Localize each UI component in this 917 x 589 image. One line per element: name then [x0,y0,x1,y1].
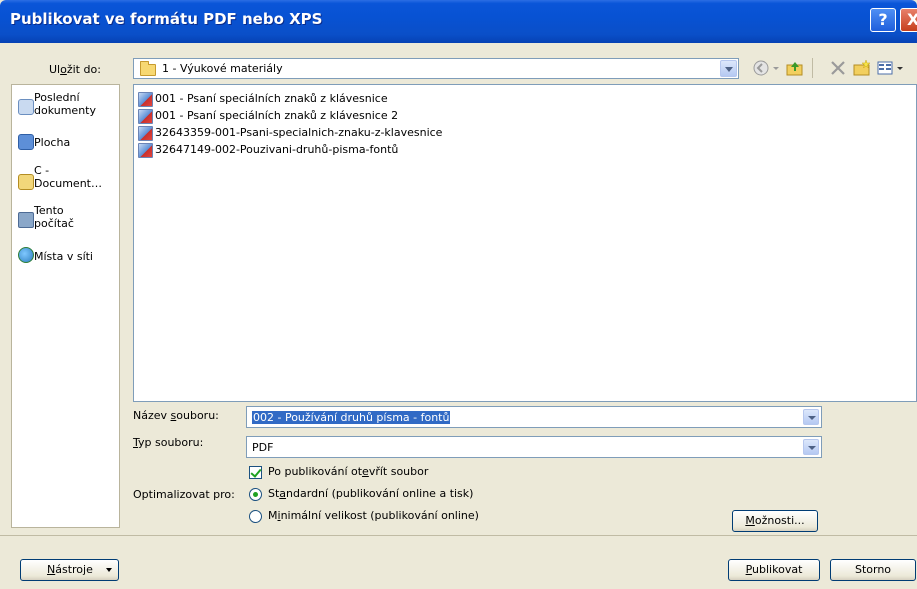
save-in-label: Uložit do: [49,63,101,76]
file-name: 001 - Psaní speciálních znaků z klávesni… [155,109,399,122]
optimize-standard-label[interactable]: Standardní (publikování online a tisk) [268,487,473,500]
filetype-value: PDF [252,441,274,454]
pdf-file-icon [138,143,153,158]
optimize-minimum-label[interactable]: Minimální velikost (publikování online) [268,509,479,522]
optimize-label: Optimalizovat pro: [133,488,235,501]
file-name: 32643359-001-Psani-specialnich-znaku-z-k… [155,126,443,139]
new-folder-icon[interactable] [853,59,871,77]
place-c-documents[interactable]: C - Document… [12,164,119,208]
publish-pdf-dialog: Publikovat ve formátu PDF nebo XPS ? X U… [0,0,917,589]
footer-separator [0,535,917,536]
back-icon[interactable] [752,59,770,77]
chevron-down-icon[interactable] [720,60,737,77]
place-label: Poslední dokumenty [34,91,96,117]
place-label: C - Document… [34,164,102,190]
recent-documents-icon [18,99,34,115]
place-network[interactable]: Místa v síti [12,247,119,287]
close-button[interactable]: X [900,8,917,32]
title-bar[interactable]: Publikovat ve formátu PDF nebo XPS ? X [0,0,917,43]
file-name: 001 - Psaní speciálních znaků z klávesni… [155,92,388,105]
cancel-button[interactable]: Storno [830,559,916,581]
optimize-standard-radio[interactable] [249,488,262,501]
filename-value: 002 - Používání druhů písma - fontů [252,411,451,424]
chevron-down-icon[interactable] [803,409,819,425]
open-after-label[interactable]: Po publikování otevřít soubor [268,465,428,478]
delete-icon[interactable] [829,59,847,77]
folder-icon [18,174,34,190]
place-this-computer[interactable]: Tento počítač [12,204,119,244]
places-bar: Poslední dokumenty Plocha C - Document… … [11,84,120,528]
help-button[interactable]: ? [870,8,896,32]
pdf-file-icon [138,126,153,141]
pdf-file-icon [138,92,153,107]
tools-button[interactable]: Nástroje [20,559,119,581]
pdf-file-icon [138,109,153,124]
chevron-down-icon[interactable] [772,59,780,77]
filetype-label: Typ souboru: [133,436,204,449]
network-icon [18,247,34,263]
save-in-folder: 1 - Výukové materiály [162,62,283,75]
toolbar-separator [812,58,813,78]
folder-icon [140,61,156,76]
place-label: Místa v síti [34,250,93,263]
place-recent-documents[interactable]: Poslední dokumenty [12,91,119,131]
window-title: Publikovat ve formátu PDF nebo XPS [10,10,323,28]
file-list[interactable]: 001 - Psaní speciálních znaků z klávesni… [133,84,917,402]
desktop-icon [18,134,34,150]
chevron-down-icon[interactable] [896,59,904,77]
file-name: 32647149-002-Pouzivani-druhů-pisma-fontů [155,143,399,156]
open-after-checkbox[interactable] [249,466,262,479]
optimize-minimum-radio[interactable] [249,510,262,523]
options-button[interactable]: Možnosti... [732,510,818,532]
place-label: Plocha [34,136,71,149]
chevron-down-icon [106,568,112,572]
filetype-select[interactable]: PDF [246,436,822,458]
save-in-dropdown[interactable]: 1 - Výukové materiály [133,58,739,79]
place-label: Tento počítač [34,204,74,230]
views-icon[interactable] [876,59,894,77]
filename-label: Název souboru: [133,409,219,422]
filename-input[interactable]: 002 - Používání druhů písma - fontů [246,406,822,428]
computer-icon [18,212,34,228]
publish-button[interactable]: Publikovat [728,559,820,581]
chevron-down-icon[interactable] [803,439,819,455]
up-folder-icon[interactable] [786,59,804,77]
